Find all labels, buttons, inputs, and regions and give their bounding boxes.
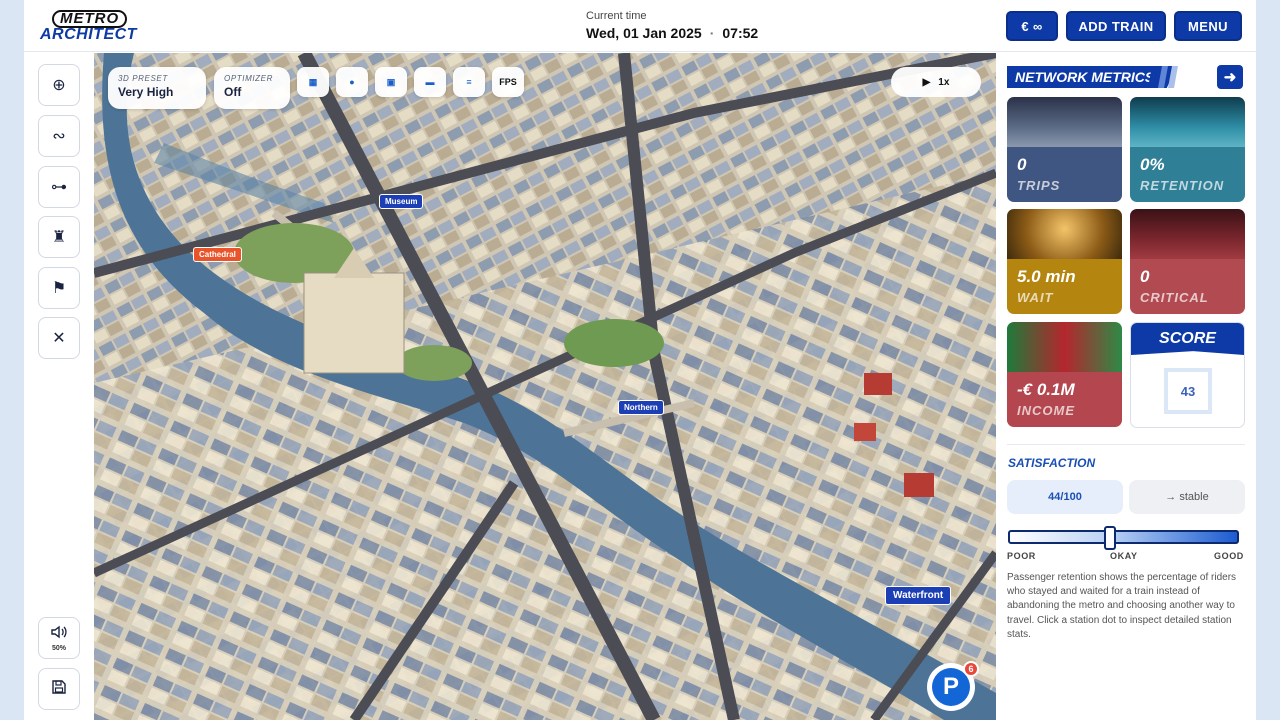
scale-good: GOOD xyxy=(1214,551,1244,561)
close-icon: ✕ xyxy=(52,330,66,347)
flag-tool[interactable]: ⚑ xyxy=(38,267,80,309)
connect-icon: ⊶ xyxy=(51,179,67,196)
trips-photo xyxy=(1007,97,1122,147)
logo-architect: ARCHITECT xyxy=(40,26,137,43)
critical-photo xyxy=(1130,209,1245,259)
metric-card-income[interactable]: -€ 0.1M INCOME xyxy=(1007,322,1122,427)
add-train-button[interactable]: ADD TRAIN xyxy=(1066,11,1166,41)
app-frame: METRO ARCHITECT Current time Wed, 01 Jan… xyxy=(24,0,1256,720)
connect-tool[interactable]: ⊶ xyxy=(38,166,80,208)
speaker-icon xyxy=(51,625,67,644)
score-title: SCORE xyxy=(1131,323,1244,355)
score-value: 43 xyxy=(1164,368,1212,414)
lighting-toggle[interactable]: ● xyxy=(336,67,368,97)
trips-value: 0 xyxy=(1017,155,1027,174)
lightbulb-icon: ● xyxy=(349,77,355,87)
arrow-right-icon: ➜ xyxy=(1223,69,1237,86)
collapse-panel-button[interactable]: ➜ xyxy=(1217,65,1243,89)
station-waterfront[interactable]: Waterfront xyxy=(885,586,952,605)
scale-okay: OKAY xyxy=(1110,551,1138,561)
layers-toggle[interactable]: ≡ xyxy=(453,67,485,97)
wait-photo xyxy=(1007,209,1122,259)
map-render xyxy=(94,53,996,720)
station-northern[interactable]: Northern xyxy=(618,400,664,415)
layers-icon: ≡ xyxy=(466,77,472,87)
close-tool[interactable]: ✕ xyxy=(38,317,80,359)
speed-label: 1x xyxy=(938,76,950,88)
wait-label: WAIT xyxy=(1017,290,1054,305)
train-icon: ▣ xyxy=(386,76,396,87)
route-icon: ∾ xyxy=(52,128,66,145)
menu-button[interactable]: MENU xyxy=(1174,11,1242,41)
preset-chip[interactable]: 3D PRESET Very High xyxy=(108,67,206,109)
time-separator: · xyxy=(709,25,715,41)
metric-card-wait[interactable]: 5.0 min WAIT xyxy=(1007,209,1122,314)
time-value: Wed, 01 Jan 2025 · 07:52 xyxy=(586,25,826,41)
date-text: Wed, 01 Jan 2025 xyxy=(586,25,702,41)
optimizer-chip[interactable]: OPTIMIZER Off xyxy=(214,67,290,109)
score-card[interactable]: SCORE 43 xyxy=(1130,322,1245,428)
draw-route-tool[interactable]: ∾ xyxy=(38,115,80,157)
preset-label: 3D PRESET xyxy=(118,74,168,83)
retention-value: 0% xyxy=(1140,155,1165,174)
critical-value: 0 xyxy=(1140,267,1150,286)
optimizer-value: Off xyxy=(224,85,242,99)
income-label: INCOME xyxy=(1017,403,1075,418)
satisfaction-score-pill: 44/100 xyxy=(1007,480,1123,514)
satisfaction-title: SATISFACTION xyxy=(1008,456,1096,470)
title-stripes xyxy=(1148,66,1178,88)
panel-divider xyxy=(1007,444,1245,445)
metric-card-critical[interactable]: 0 CRITICAL xyxy=(1130,209,1245,314)
metric-card-trips[interactable]: 0 TRIPS xyxy=(1007,97,1122,202)
header: METRO ARCHITECT Current time Wed, 01 Jan… xyxy=(24,0,1256,52)
buildings-toggle[interactable]: ▦ xyxy=(297,67,329,97)
satisfaction-knob xyxy=(1103,526,1116,550)
income-photo xyxy=(1007,322,1122,372)
fps-toggle[interactable]: FPS xyxy=(492,67,524,97)
trips-label: TRIPS xyxy=(1017,178,1061,193)
speed-control[interactable]: ▶ 1x xyxy=(891,67,981,97)
tower-icon: ♜ xyxy=(51,229,67,246)
retention-label: RETENTION xyxy=(1140,178,1225,193)
save-button[interactable] xyxy=(38,668,80,710)
volume-button[interactable]: 50% xyxy=(38,617,80,659)
critical-label: CRITICAL xyxy=(1140,290,1209,305)
metric-card-retention[interactable]: 0% RETENTION xyxy=(1130,97,1245,202)
time-label: Current time xyxy=(586,10,647,22)
parking-button[interactable]: P 6 xyxy=(927,661,979,711)
labels-toggle[interactable]: ▬ xyxy=(414,67,446,97)
chat-icon: ▬ xyxy=(425,77,435,87)
add-station-tool[interactable]: ⊕ xyxy=(38,64,80,106)
metro-toggle[interactable]: ▣ xyxy=(375,67,407,97)
tower-tool[interactable]: ♜ xyxy=(38,216,80,258)
parking-count-badge: 6 xyxy=(963,661,979,677)
buildings-icon: ▦ xyxy=(308,76,318,87)
volume-level: 50% xyxy=(51,644,66,652)
logo: METRO ARCHITECT xyxy=(40,10,136,44)
wait-value: 5.0 min xyxy=(1017,267,1076,286)
current-time: Current time Wed, 01 Jan 2025 · 07:52 xyxy=(586,10,826,41)
currency-button[interactable]: € ∞ xyxy=(1006,11,1058,41)
retention-photo xyxy=(1130,97,1245,147)
play-icon: ▶ xyxy=(922,76,931,88)
scale-poor: POOR xyxy=(1007,551,1036,561)
add-circle-icon: ⊕ xyxy=(52,77,66,94)
optimizer-label: OPTIMIZER xyxy=(224,74,273,83)
income-value: -€ 0.1M xyxy=(1017,380,1075,399)
preset-value: Very High xyxy=(118,85,174,99)
satisfaction-description: Passenger retention shows the percentage… xyxy=(1007,572,1237,640)
station-cathedral[interactable]: Cathedral xyxy=(193,247,242,262)
city-map-3d[interactable]: 3D PRESET Very High OPTIMIZER Off ▦ ● ▣ … xyxy=(94,53,996,720)
satisfaction-trend-pill: → stable xyxy=(1129,480,1245,514)
save-icon xyxy=(51,679,67,700)
clock-text: 07:52 xyxy=(722,25,759,41)
satisfaction-slider xyxy=(1008,526,1239,550)
metrics-panel: NETWORK METRICS ➜ 0 TRIPS 0% RETENTION 5… xyxy=(1000,53,1256,720)
station-museum[interactable]: Museum xyxy=(379,194,424,209)
flag-icon: ⚑ xyxy=(51,280,67,297)
